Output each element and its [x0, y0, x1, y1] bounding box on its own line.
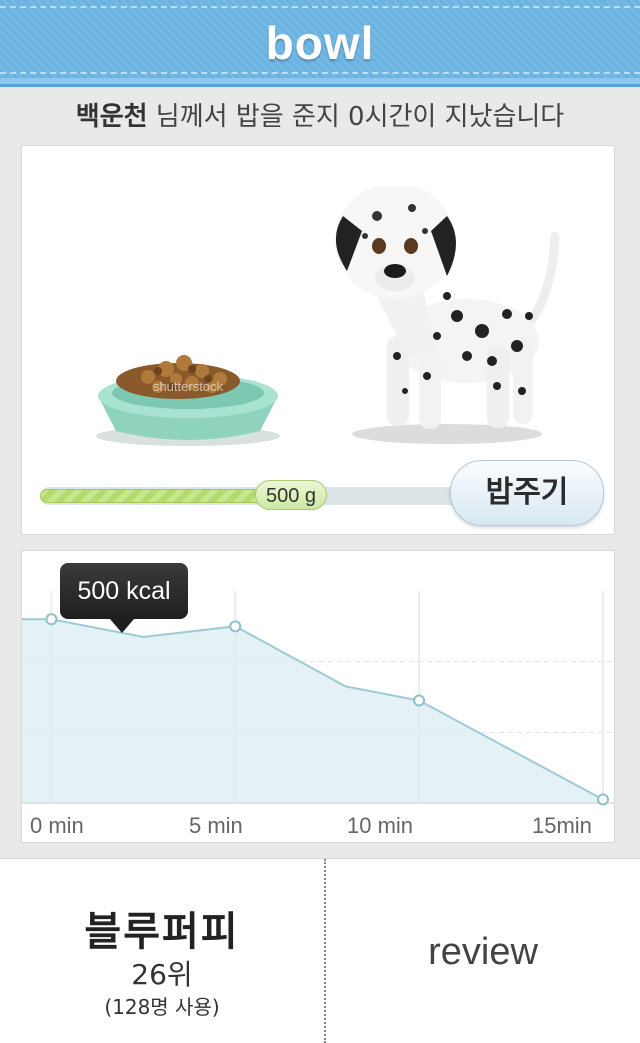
chart-area-fill: [22, 619, 603, 803]
chart-data-point[interactable]: [596, 793, 609, 806]
food-amount-badge[interactable]: 500 g: [255, 480, 328, 510]
feed-card: shutterstock 500 g 밥주기: [21, 145, 615, 535]
x-tick-label: 5 min: [189, 813, 243, 838]
feeding-status-message: 백운천 님께서 밥을 준지 0시간이 지났습니다: [0, 96, 640, 133]
app-header: bowl: [0, 0, 640, 87]
x-tick-label: 15min: [532, 813, 592, 838]
chart-data-point[interactable]: [413, 694, 426, 707]
food-rank: 26위: [131, 958, 193, 991]
x-tick-label: 10 min: [347, 813, 414, 838]
food-bowl-image: shutterstock: [88, 341, 288, 451]
header-stitch-top: [0, 6, 640, 8]
user-count: (128명 사용): [104, 995, 220, 1019]
review-button[interactable]: review: [326, 931, 640, 974]
status-text: 님께서 밥을 준지 0시간이 지났습니다: [147, 102, 565, 132]
x-tick-label: 0 min: [30, 813, 84, 838]
chart-data-point[interactable]: [229, 620, 242, 633]
watermark-text: shutterstock: [153, 379, 224, 394]
feed-button[interactable]: 밥주기: [450, 460, 604, 526]
bottom-panel: 블루퍼피 26위 (128명 사용) review: [0, 858, 640, 1043]
app-title: bowl: [265, 17, 375, 69]
food-amount-slider[interactable]: 500 g: [40, 480, 470, 510]
chart-data-point[interactable]: [45, 613, 58, 626]
header-stitch-bottom: [0, 72, 640, 74]
chart-tooltip: 500 kcal: [60, 563, 188, 633]
dalmatian-dog-image: [307, 183, 577, 446]
owner-name: 백운천: [75, 102, 148, 132]
food-name: 블루퍼피: [84, 909, 240, 955]
calorie-chart: 500 kcal 0 min 5 min 10 min 15min: [21, 550, 615, 843]
